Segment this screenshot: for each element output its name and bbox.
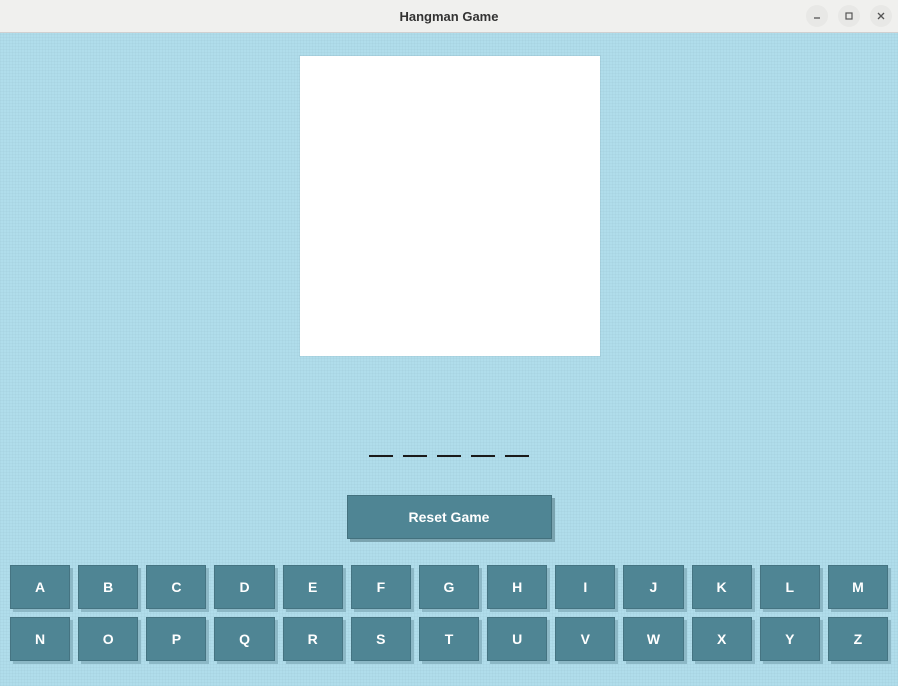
key-i[interactable]: I bbox=[555, 565, 615, 609]
key-c[interactable]: C bbox=[146, 565, 206, 609]
word-display bbox=[0, 441, 898, 462]
key-w[interactable]: W bbox=[623, 617, 683, 661]
key-g[interactable]: G bbox=[419, 565, 479, 609]
key-u[interactable]: U bbox=[487, 617, 547, 661]
key-f[interactable]: F bbox=[351, 565, 411, 609]
key-s[interactable]: S bbox=[351, 617, 411, 661]
close-icon bbox=[876, 11, 886, 21]
key-r[interactable]: R bbox=[283, 617, 343, 661]
word-blanks bbox=[369, 441, 529, 457]
minimize-icon bbox=[812, 11, 822, 21]
word-blank bbox=[471, 441, 495, 457]
key-z[interactable]: Z bbox=[828, 617, 888, 661]
key-d[interactable]: D bbox=[214, 565, 274, 609]
key-q[interactable]: Q bbox=[214, 617, 274, 661]
key-e[interactable]: E bbox=[283, 565, 343, 609]
window-controls bbox=[806, 5, 892, 27]
word-blank bbox=[403, 441, 427, 457]
key-t[interactable]: T bbox=[419, 617, 479, 661]
key-k[interactable]: K bbox=[692, 565, 752, 609]
app-surface: Reset Game ABCDEFGHIJKLM NOPQRSTUVWXYZ bbox=[0, 33, 898, 686]
key-b[interactable]: B bbox=[78, 565, 138, 609]
key-o[interactable]: O bbox=[78, 617, 138, 661]
window-titlebar: Hangman Game bbox=[0, 0, 898, 33]
key-h[interactable]: H bbox=[487, 565, 547, 609]
maximize-icon bbox=[844, 11, 854, 21]
key-y[interactable]: Y bbox=[760, 617, 820, 661]
word-blank bbox=[505, 441, 529, 457]
reset-button[interactable]: Reset Game bbox=[347, 495, 552, 539]
key-x[interactable]: X bbox=[692, 617, 752, 661]
word-blank bbox=[437, 441, 461, 457]
key-a[interactable]: A bbox=[10, 565, 70, 609]
key-p[interactable]: P bbox=[146, 617, 206, 661]
word-blank bbox=[369, 441, 393, 457]
reset-container: Reset Game bbox=[0, 495, 898, 539]
key-n[interactable]: N bbox=[10, 617, 70, 661]
window-title: Hangman Game bbox=[0, 9, 898, 24]
maximize-button[interactable] bbox=[838, 5, 860, 27]
key-m[interactable]: M bbox=[828, 565, 888, 609]
close-button[interactable] bbox=[870, 5, 892, 27]
hangman-canvas bbox=[300, 56, 600, 356]
key-l[interactable]: L bbox=[760, 565, 820, 609]
minimize-button[interactable] bbox=[806, 5, 828, 27]
letter-keyboard: ABCDEFGHIJKLM NOPQRSTUVWXYZ bbox=[10, 565, 888, 661]
key-v[interactable]: V bbox=[555, 617, 615, 661]
key-j[interactable]: J bbox=[623, 565, 683, 609]
